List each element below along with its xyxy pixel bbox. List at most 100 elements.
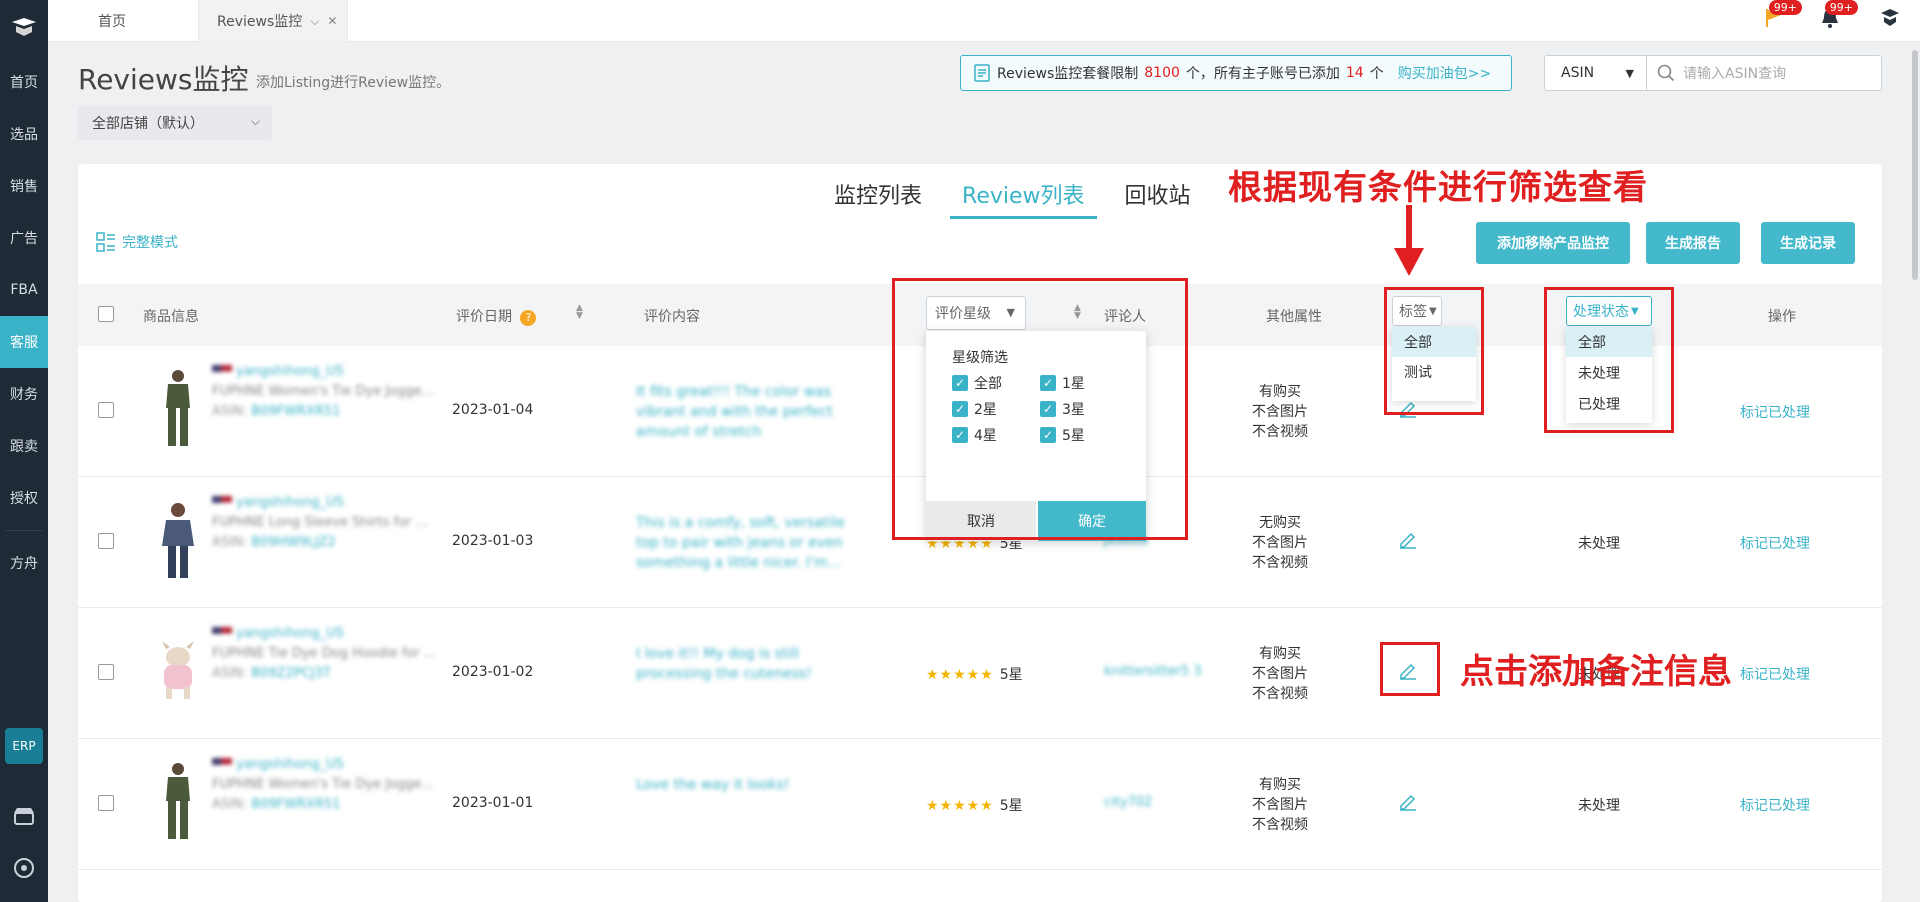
close-icon[interactable]: ✕ [327, 14, 337, 28]
review-content[interactable]: This is a comfy, soft, versatile top to … [636, 513, 856, 573]
tab-recycle-bin[interactable]: 回收站 [1113, 178, 1203, 219]
sidebar-item-home[interactable]: 首页 [0, 56, 48, 108]
star-rating: ★★★★★ 5星 [926, 795, 1023, 815]
erp-button[interactable]: ERP [5, 728, 43, 764]
attr-video: 不含视频 [1252, 555, 1308, 571]
mark-processed-link[interactable]: 标记已处理 [1740, 795, 1810, 815]
star-rating-label: 5星 [999, 798, 1023, 814]
reviewer-name[interactable]: city702 [1104, 795, 1152, 810]
select-all-checkbox[interactable] [98, 306, 114, 322]
row-checkbox[interactable] [98, 795, 114, 811]
review-content[interactable]: Love the way it looks! [636, 775, 856, 795]
date-sort-icon[interactable]: ▲ ▼ [576, 304, 586, 321]
quota-suffix: 个 [1369, 66, 1384, 82]
us-flag-icon [212, 627, 232, 640]
annotation-box-status [1544, 287, 1674, 433]
header-attrs: 其他属性 [1266, 309, 1322, 325]
star-rating: ★★★★★ 5星 [926, 664, 1023, 684]
flag-notification[interactable]: 99+ [1762, 0, 1802, 30]
attr-purchase: 有购买 [1259, 384, 1301, 400]
attr-purchase: 有购买 [1259, 646, 1301, 662]
annotation-arrow-head [1394, 248, 1424, 276]
user-avatar-icon[interactable] [1878, 6, 1902, 30]
account-name[interactable]: yangshihong_US [236, 626, 344, 641]
sidebar-item-authorization[interactable]: 授权 [0, 472, 48, 524]
header-content: 评价内容 [644, 309, 700, 325]
page-scrollbar[interactable] [1910, 42, 1920, 902]
store-select[interactable]: 全部店铺（默认） ⌵ [78, 106, 272, 140]
product-asin[interactable]: B09FWRXR51 [251, 404, 340, 419]
product-asin[interactable]: B09HW9LJZ2 [251, 535, 336, 550]
page-title: Reviews监控 [78, 63, 249, 96]
account-name[interactable]: yangshihong_US [236, 757, 344, 772]
stars-icon: ★★★★★ [926, 798, 994, 814]
review-content[interactable]: I love it!! My dog is still processing t… [636, 644, 856, 684]
sidebar-item-product-selection[interactable]: 选品 [0, 108, 48, 160]
header-product: 商品信息 [143, 309, 199, 325]
quota-limit: 8100 [1144, 65, 1180, 81]
row-checkbox[interactable] [98, 533, 114, 549]
chevron-down-icon[interactable]: ⌵ [310, 14, 319, 29]
product-asin[interactable]: B09FWRXR51 [251, 797, 340, 812]
reviewer-name[interactable]: knittersitter5 3 [1104, 664, 1202, 679]
buy-package-link[interactable]: 购买加油包>> [1398, 63, 1491, 83]
tab-reviews-monitor[interactable]: Reviews监控 ⌵ ✕ [198, 0, 348, 42]
review-date: 2023-01-04 [452, 402, 534, 418]
help-icon[interactable]: ? [520, 310, 537, 326]
sidebar-item-fba[interactable]: FBA [0, 264, 48, 316]
edit-note-icon[interactable] [1398, 529, 1418, 554]
sidebar-item-finance[interactable]: 财务 [0, 368, 48, 420]
tab-review-list[interactable]: Review列表 [950, 178, 1097, 219]
app-logo-icon[interactable] [0, 0, 48, 56]
product-info: yangshihong_US FUPHNE Women's Tie Dye Jog… [212, 755, 438, 815]
view-tabs: 监控列表 Review列表 回收站 [822, 178, 1203, 219]
row-checkbox[interactable] [98, 402, 114, 418]
generate-records-button[interactable]: 生成记录 [1761, 222, 1855, 264]
product-title[interactable]: FUPHNE Women's Tie Dye Jogger Outfit Swe… [212, 775, 438, 795]
annotation-filter-hint: 根据现有条件进行筛选查看 [1228, 168, 1648, 208]
mark-processed-link[interactable]: 标记已处理 [1740, 533, 1810, 553]
annotation-box-edit [1380, 642, 1440, 696]
row-checkbox[interactable] [98, 664, 114, 680]
sidebar-item-customer-service[interactable]: 客服 [0, 316, 48, 368]
other-attributes: 有购买 不含图片 不含视频 [1240, 382, 1320, 442]
account-name[interactable]: yangshihong_US [236, 495, 344, 510]
sidebar-item-ark[interactable]: 方舟 [0, 537, 48, 589]
product-asin[interactable]: B09Z2PCJ3T [251, 666, 331, 681]
product-title[interactable]: FUPHNE Tie Dye Dog Hoodie for Small and … [212, 644, 438, 664]
product-title[interactable]: FUPHNE Long Sleeve Shirts for Women Casu… [212, 513, 438, 533]
support-icon[interactable] [0, 848, 48, 888]
store-select-value: 全部店铺（默认） [92, 116, 204, 132]
edit-note-icon[interactable] [1398, 791, 1418, 816]
mark-processed-link[interactable]: 标记已处理 [1740, 402, 1810, 422]
header-date[interactable]: 评价日期 ? [456, 306, 537, 326]
full-mode-toggle[interactable]: 完整模式 [96, 232, 178, 252]
caret-down-icon: ▼ [1625, 67, 1634, 80]
add-remove-monitor-button[interactable]: 添加移除产品监控 [1476, 222, 1630, 264]
store-icon[interactable] [0, 796, 48, 836]
tab-monitor-list[interactable]: 监控列表 [822, 178, 934, 219]
top-right-actions: 99+ 99+ [1762, 0, 1902, 30]
mark-processed-link[interactable]: 标记已处理 [1740, 664, 1810, 684]
sidebar-item-ads[interactable]: 广告 [0, 212, 48, 264]
sidebar-item-follow-sell[interactable]: 跟卖 [0, 420, 48, 472]
review-content[interactable]: It fits great!!! The color was vibrant a… [636, 382, 856, 442]
annotation-box-tag [1384, 287, 1484, 415]
search-input[interactable]: 请输入ASIN查询 [1647, 63, 1881, 83]
search-type-select[interactable]: ASIN ▼ [1545, 56, 1647, 90]
attr-images: 不含图片 [1252, 797, 1308, 813]
tab-label: Reviews监控 [217, 14, 303, 30]
attr-purchase: 无购买 [1259, 515, 1301, 531]
generate-report-button[interactable]: 生成报告 [1646, 222, 1740, 264]
scrollbar-thumb[interactable] [1912, 50, 1918, 280]
product-title[interactable]: FUPHNE Women's Tie Dye Jogger Outfit Swe… [212, 382, 438, 402]
quota-used: 14 [1345, 65, 1364, 81]
quota-banner: Reviews监控套餐限制 8100 个，所有主子账号已添加 14 个 购买加油… [960, 55, 1512, 91]
product-info: yangshihong_US FUPHNE Women's Tie Dye Jog… [212, 362, 438, 422]
sidebar-item-sales[interactable]: 销售 [0, 160, 48, 212]
tab-home[interactable]: 首页 [98, 0, 126, 42]
product-info: yangshihong_US FUPHNE Long Sleeve Shirts … [212, 493, 438, 553]
sidebar-divider [6, 530, 42, 531]
account-name[interactable]: yangshihong_US [236, 364, 344, 379]
bell-notification[interactable]: 99+ [1818, 0, 1858, 30]
